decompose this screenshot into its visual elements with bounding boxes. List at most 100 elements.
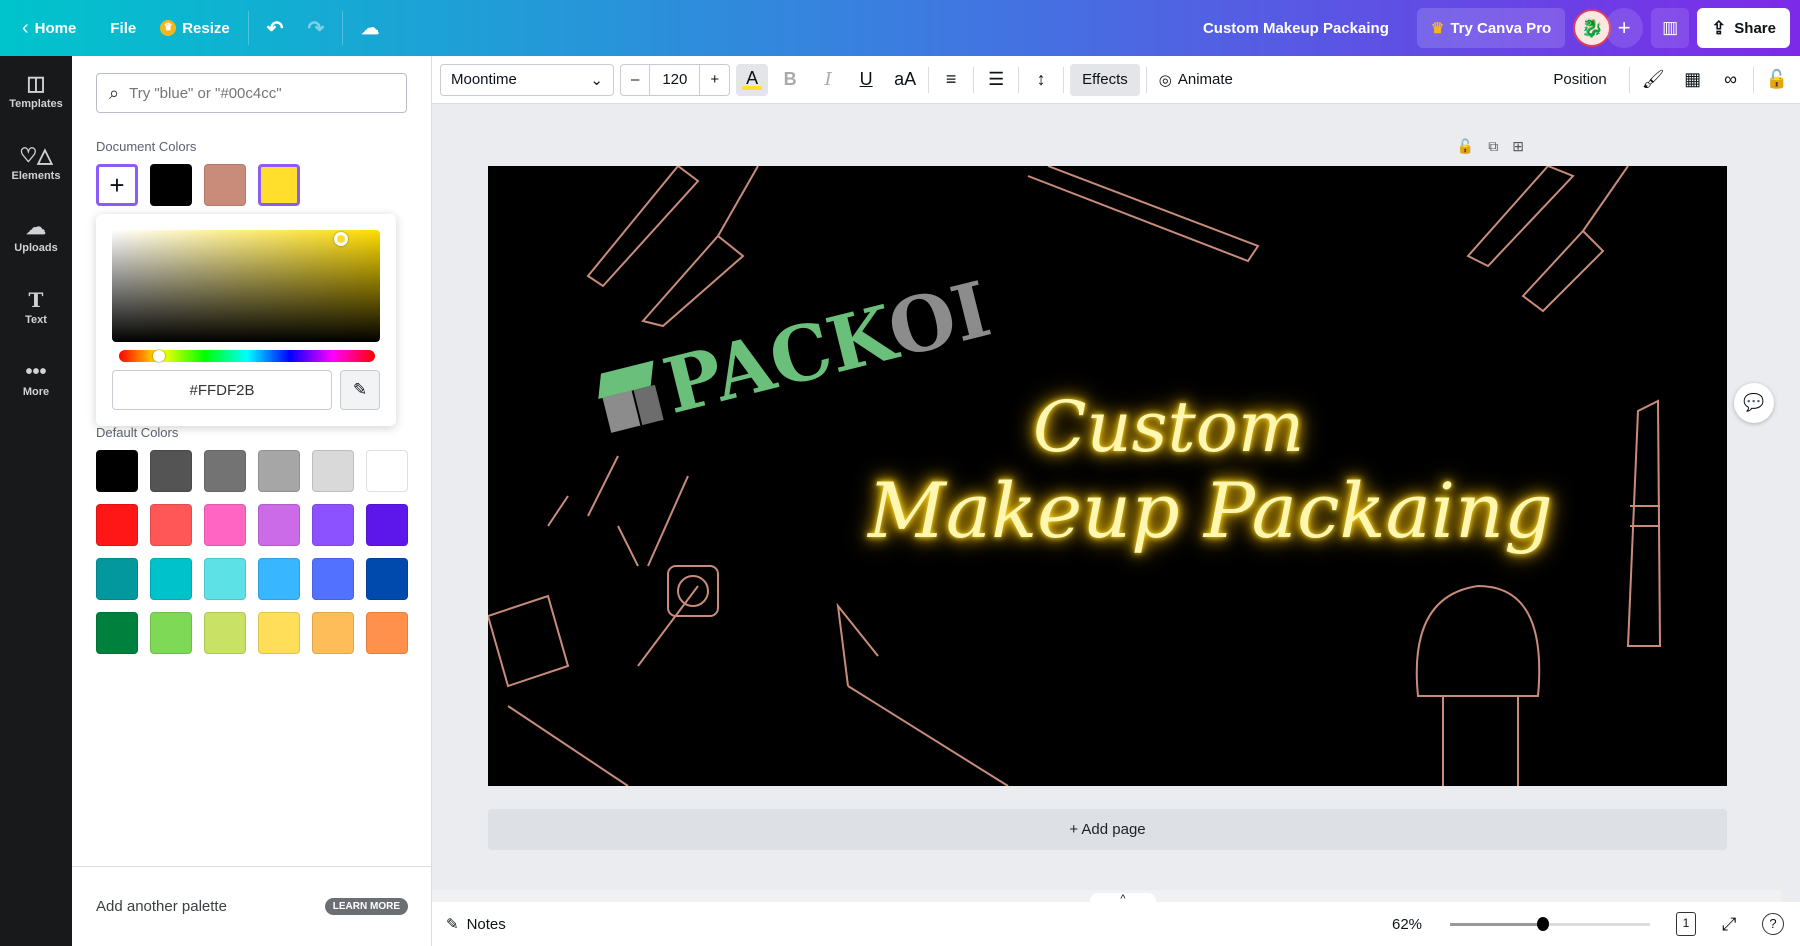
document-color-swatch[interactable] [150, 164, 192, 206]
transparency-icon[interactable]: ▦ [1677, 64, 1709, 96]
italic-button[interactable]: I [812, 64, 844, 96]
link-icon[interactable]: ∞ [1715, 64, 1747, 96]
default-color-swatch[interactable] [204, 612, 246, 654]
default-color-swatch[interactable] [96, 612, 138, 654]
add-color-button[interactable]: + [96, 164, 138, 206]
default-color-swatch[interactable] [96, 558, 138, 600]
notes-button[interactable]: ✎ Notes [446, 915, 506, 934]
cloud-saved-icon[interactable]: ☁ [349, 8, 391, 48]
rail-uploads[interactable]: ☁ Uploads [0, 200, 72, 272]
decrease-size-button[interactable]: – [621, 65, 649, 95]
default-color-swatch[interactable] [150, 504, 192, 546]
bottom-bar: ✎ Notes 62% 1 ⤢ ? [432, 902, 1800, 946]
list-icon[interactable]: ☰ [980, 64, 1012, 96]
effects-button[interactable]: Effects [1070, 63, 1140, 96]
rail-more[interactable]: ••• More [0, 344, 72, 416]
paint-roller-icon[interactable]: 🖌 [1636, 64, 1671, 96]
try-canva-pro-button[interactable]: ♛ Try Canva Pro [1416, 8, 1566, 48]
hue-handle[interactable] [153, 350, 165, 362]
lock-icon[interactable]: 🔓 [1760, 64, 1794, 96]
design-canvas[interactable]: PACKOI Custom Makeup Packaing [488, 166, 1727, 786]
default-color-swatch[interactable] [150, 558, 192, 600]
align-center-icon[interactable]: ≡ [935, 64, 967, 96]
crown-icon: ♛ [160, 20, 177, 36]
page-count-icon[interactable]: 1 [1676, 912, 1696, 936]
font-dropdown[interactable]: Moontime ⌄ [440, 63, 614, 96]
undo-icon[interactable]: ↶ [255, 8, 296, 48]
insights-chart-icon[interactable]: ▥ [1651, 8, 1690, 48]
rail-elements[interactable]: ♡△ Elements [0, 128, 72, 200]
help-icon[interactable]: ? [1762, 913, 1784, 935]
zoom-slider-fill [1450, 923, 1543, 926]
file-menu[interactable]: File [98, 8, 148, 48]
default-color-swatch[interactable] [258, 450, 300, 492]
default-color-swatch[interactable] [312, 504, 354, 546]
default-color-swatch[interactable] [312, 450, 354, 492]
default-color-swatch[interactable] [96, 450, 138, 492]
color-search[interactable]: ⌕ [96, 73, 407, 113]
document-title[interactable]: Custom Makeup Packaing [1191, 8, 1401, 48]
color-bar [742, 85, 763, 90]
sv-handle[interactable] [334, 232, 348, 246]
text-toolbar: Moontime ⌄ – 120 + A B I U aA ≡ ☰ ↕ Effec… [432, 56, 1800, 104]
default-color-swatch[interactable] [204, 558, 246, 600]
document-color-swatch[interactable] [204, 164, 246, 206]
default-color-swatch[interactable] [150, 450, 192, 492]
zoom-percentage[interactable]: 62% [1392, 916, 1422, 933]
bold-button[interactable]: B [774, 64, 806, 96]
divider [1752, 66, 1754, 93]
color-search-input[interactable] [129, 84, 406, 102]
side-rail: ◫ Templates ♡△ Elements ☁ Uploads T Text •••… [0, 56, 72, 946]
text-icon: T [28, 288, 44, 312]
rail-templates[interactable]: ◫ Templates [0, 56, 72, 128]
divider [1145, 66, 1147, 93]
duplicate-page-icon[interactable]: ⧉ [1488, 138, 1498, 155]
add-page-icon[interactable]: ⊞ [1512, 138, 1524, 155]
home-button[interactable]: ‹ Home [10, 8, 88, 48]
default-color-swatch[interactable] [204, 450, 246, 492]
default-color-swatch[interactable] [204, 504, 246, 546]
crown-icon: ♛ [1430, 20, 1445, 37]
rail-text[interactable]: T Text [0, 272, 72, 344]
learn-more-button[interactable]: LEARN MORE [324, 898, 408, 915]
default-color-swatch[interactable] [312, 612, 354, 654]
animate-button[interactable]: ◎ Animate [1153, 64, 1239, 96]
document-color-swatch[interactable] [258, 164, 300, 206]
add-comment-icon[interactable]: 💬 [1734, 383, 1774, 423]
default-color-swatch[interactable] [366, 612, 408, 654]
zoom-slider-knob[interactable] [1537, 917, 1549, 931]
default-color-swatch[interactable] [312, 558, 354, 600]
fullscreen-icon[interactable]: ⤢ [1722, 914, 1736, 935]
add-page-button[interactable]: + Add page [488, 809, 1727, 850]
notes-icon: ✎ [446, 916, 459, 933]
case-button[interactable]: aA [888, 64, 922, 96]
default-color-swatch[interactable] [366, 558, 408, 600]
share-button[interactable]: ⇪ Share [1697, 8, 1790, 48]
position-button[interactable]: Position [1547, 64, 1612, 96]
hue-slider[interactable] [119, 350, 375, 362]
default-color-swatch[interactable] [366, 504, 408, 546]
eyedropper-icon[interactable]: ✎ [340, 370, 380, 410]
default-color-swatch[interactable] [258, 558, 300, 600]
hex-input[interactable] [112, 370, 332, 410]
zoom-slider[interactable] [1450, 917, 1650, 931]
resize-button[interactable]: ♛ Resize [148, 8, 242, 48]
redo-icon[interactable]: ↷ [296, 8, 337, 48]
default-color-swatch[interactable] [258, 612, 300, 654]
underline-button[interactable]: U [850, 64, 882, 96]
font-size-stepper[interactable]: – 120 + [620, 63, 731, 96]
text-color-button[interactable]: A [736, 63, 769, 96]
spacing-icon[interactable]: ↕ [1025, 64, 1057, 96]
default-color-swatch[interactable] [258, 504, 300, 546]
headline-custom[interactable]: Custom [1033, 386, 1304, 468]
font-size-value[interactable]: 120 [649, 64, 701, 95]
headline-makeup-packaging[interactable]: Makeup Packaing [868, 466, 1553, 555]
default-color-swatch[interactable] [150, 612, 192, 654]
default-color-swatch[interactable] [366, 450, 408, 492]
add-collaborator-icon[interactable]: + [1605, 8, 1644, 48]
default-color-swatch[interactable] [96, 504, 138, 546]
saturation-value-area[interactable] [112, 230, 380, 342]
divider [1628, 66, 1630, 93]
lock-page-icon[interactable]: 🔓 [1457, 138, 1474, 155]
increase-size-button[interactable]: + [700, 65, 729, 95]
